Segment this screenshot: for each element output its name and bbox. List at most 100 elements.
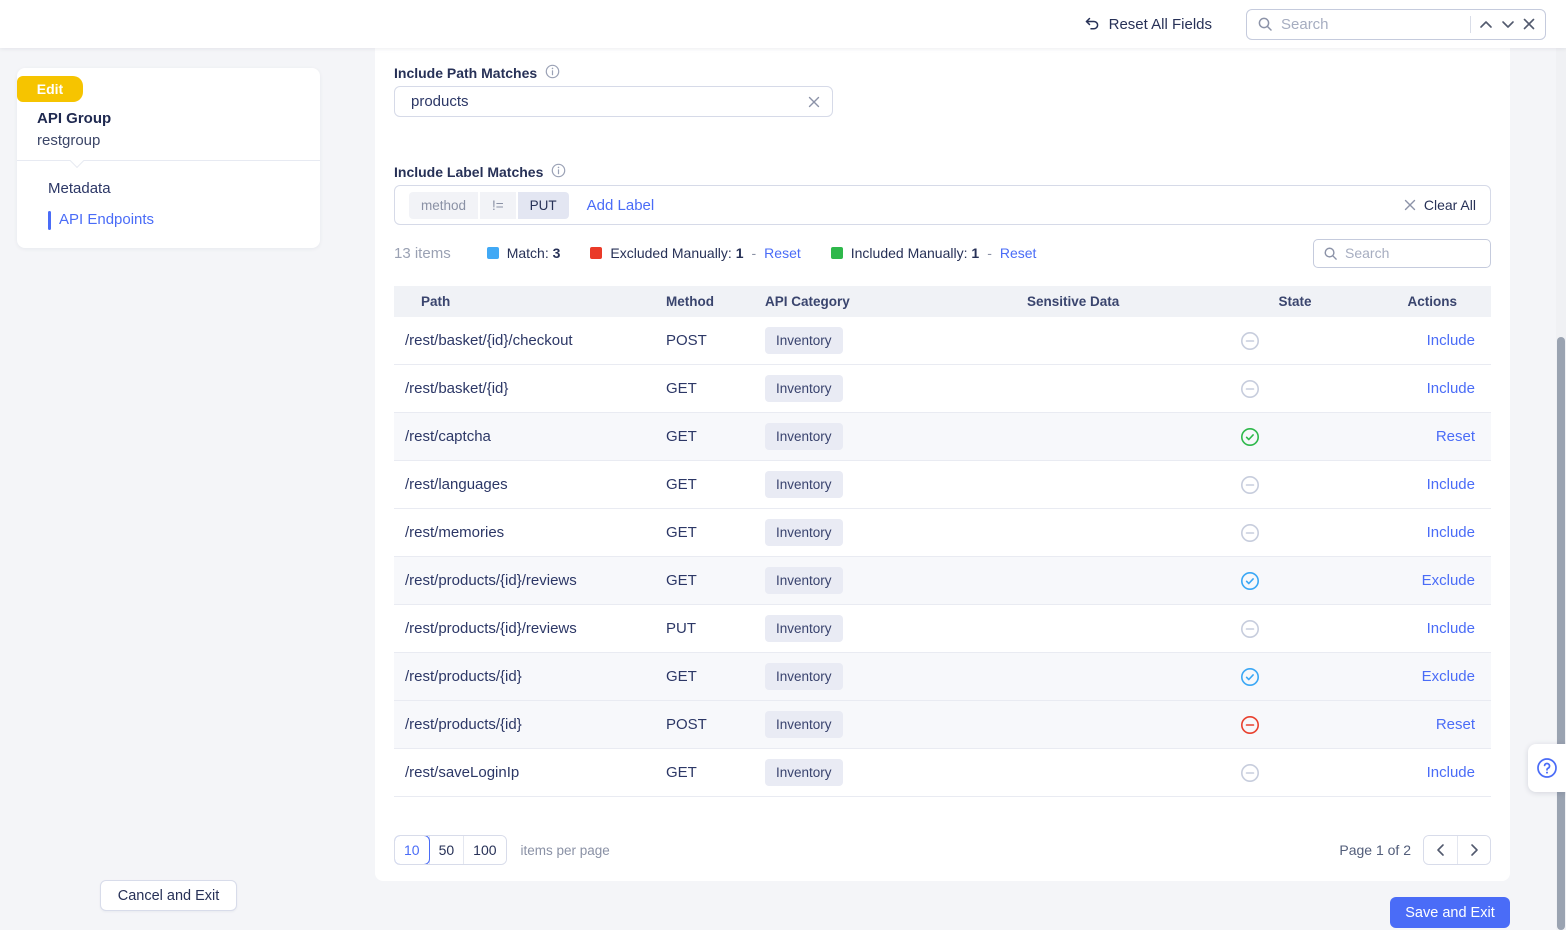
table-body: /rest/basket/{id}/checkout POST Inventory I…: [394, 317, 1491, 797]
actions-cell: Exclude: [1350, 572, 1491, 589]
state-match-icon[interactable]: [1240, 571, 1350, 591]
actions-cell: Include: [1350, 764, 1491, 781]
global-search-box[interactable]: [1246, 8, 1546, 40]
next-page-button[interactable]: [1457, 836, 1490, 864]
state-excluded-icon[interactable]: [1240, 715, 1350, 735]
endpoint-path: /rest/products/{id}/reviews: [405, 572, 577, 589]
endpoint-method: GET: [666, 428, 697, 445]
save-and-exit-button[interactable]: Save and Exit: [1390, 897, 1510, 928]
clear-path-icon[interactable]: [808, 96, 820, 108]
page-size-10-button[interactable]: 10: [394, 836, 430, 864]
state-included-icon[interactable]: [1240, 427, 1350, 447]
endpoint-method: GET: [666, 764, 697, 781]
reset-action-link[interactable]: Reset: [1436, 716, 1475, 733]
sidebar-item-metadata[interactable]: Metadata: [48, 180, 111, 197]
search-icon: [1257, 16, 1273, 32]
column-header-state: State: [1278, 294, 1312, 309]
api-category-chip: Inventory: [765, 519, 843, 546]
reset-action-link[interactable]: Reset: [1436, 428, 1475, 445]
page-nav-group: [1423, 835, 1491, 865]
api-category-chip: Inventory: [765, 567, 843, 594]
api-category-chip: Inventory: [765, 471, 843, 498]
actions-cell: Include: [1350, 524, 1491, 541]
state-none-icon[interactable]: [1240, 619, 1350, 639]
page-size-100-button[interactable]: 100: [463, 836, 506, 864]
table-header-row: Path Method API Category Sensitive Data Stat…: [394, 286, 1491, 317]
page-indicator: Page 1 of 2: [1339, 842, 1411, 858]
close-icon[interactable]: [1523, 18, 1535, 30]
global-search-input[interactable]: [1281, 15, 1462, 33]
chevron-down-icon[interactable]: [1501, 20, 1515, 29]
scrollbar-thumb[interactable]: [1557, 337, 1565, 930]
endpoint-path: /rest/products/{id}: [405, 716, 522, 733]
cancel-and-exit-button[interactable]: Cancel and Exit: [100, 880, 237, 911]
endpoints-table: Path Method API Category Sensitive Data Stat…: [394, 286, 1491, 797]
path-match-input[interactable]: [411, 93, 808, 110]
state-none-icon[interactable]: [1240, 331, 1350, 351]
reset-all-fields-label: Reset All Fields: [1108, 15, 1212, 33]
include-action-link[interactable]: Include: [1427, 524, 1475, 541]
column-header-actions: Actions: [1407, 294, 1457, 309]
sidebar-item-api-endpoints[interactable]: API Endpoints: [48, 211, 154, 230]
table-search-box[interactable]: [1313, 238, 1491, 268]
legend-reset-link[interactable]: Reset: [764, 245, 801, 261]
include-action-link[interactable]: Include: [1427, 476, 1475, 493]
items-count: 13 items: [394, 244, 451, 262]
items-per-page-group: 10 50 100: [394, 835, 507, 865]
add-label-button[interactable]: Add Label: [587, 197, 655, 214]
legend-label: Excluded Manually: 1: [610, 245, 744, 261]
page-size-50-button[interactable]: 50: [428, 836, 464, 864]
exclude-action-link[interactable]: Exclude: [1422, 572, 1475, 589]
search-divider: [1470, 15, 1471, 33]
label-chip[interactable]: method != PUT: [409, 191, 569, 219]
table-row: /rest/products/{id} GET Inventory Exclude: [394, 653, 1491, 701]
endpoint-path: /rest/languages: [405, 476, 508, 493]
state-none-icon[interactable]: [1240, 379, 1350, 399]
search-icon: [1323, 246, 1338, 261]
help-button[interactable]: [1528, 744, 1566, 792]
label-chip-value: PUT: [517, 191, 569, 219]
table-row: /rest/products/{id}/reviews GET Inventory E…: [394, 557, 1491, 605]
include-action-link[interactable]: Include: [1427, 380, 1475, 397]
legend-reset-link[interactable]: Reset: [1000, 245, 1037, 261]
sidebar-divider: [17, 160, 320, 161]
legend-item: Included Manually: 1- Reset: [830, 245, 1037, 261]
api-group-card: Edit API Group restgroup Metadata API En…: [17, 68, 320, 248]
endpoint-path: /rest/captcha: [405, 428, 491, 445]
endpoint-category-cell: Inventory: [765, 519, 1027, 546]
info-icon[interactable]: [545, 64, 560, 82]
sidebar-divider-notch: [69, 153, 85, 169]
label-matches-box: method != PUT Add Label Clear All: [394, 185, 1491, 225]
table-search-input[interactable]: [1345, 245, 1481, 261]
actions-cell: Exclude: [1350, 668, 1491, 685]
include-action-link[interactable]: Include: [1427, 332, 1475, 349]
table-row: /rest/products/{id} POST Inventory Reset: [394, 701, 1491, 749]
previous-page-button[interactable]: [1424, 836, 1457, 864]
column-header-path: Path: [421, 294, 451, 309]
table-toolbar: 13 items Match: 3 Excluded Manually: 1- Re…: [394, 238, 1491, 268]
state-none-icon[interactable]: [1240, 475, 1350, 495]
api-category-chip: Inventory: [765, 375, 843, 402]
endpoint-category-cell: Inventory: [765, 423, 1027, 450]
pagination-bar: 10 50 100 items per page Page 1 of 2: [394, 834, 1491, 866]
legend-dash: -: [987, 245, 992, 261]
chevron-up-icon[interactable]: [1479, 20, 1493, 29]
table-row: /rest/saveLoginIp GET Inventory Include: [394, 749, 1491, 797]
state-none-icon[interactable]: [1240, 763, 1350, 783]
actions-cell: Include: [1350, 332, 1491, 349]
info-icon[interactable]: [551, 163, 566, 181]
endpoint-method: GET: [666, 524, 697, 541]
api-endpoints-panel: Include Path Matches Include Label Match…: [375, 48, 1510, 881]
exclude-action-link[interactable]: Exclude: [1422, 668, 1475, 685]
state-none-icon[interactable]: [1240, 523, 1350, 543]
clear-all-button[interactable]: Clear All: [1404, 197, 1476, 213]
state-match-icon[interactable]: [1240, 667, 1350, 687]
legend-color-swatch: [590, 247, 603, 259]
include-action-link[interactable]: Include: [1427, 764, 1475, 781]
api-category-chip: Inventory: [765, 423, 843, 450]
reset-all-fields-button[interactable]: Reset All Fields: [1082, 16, 1212, 33]
endpoint-method: GET: [666, 380, 697, 397]
include-action-link[interactable]: Include: [1427, 620, 1475, 637]
actions-cell: Reset: [1350, 716, 1491, 733]
question-icon: [1535, 756, 1559, 780]
